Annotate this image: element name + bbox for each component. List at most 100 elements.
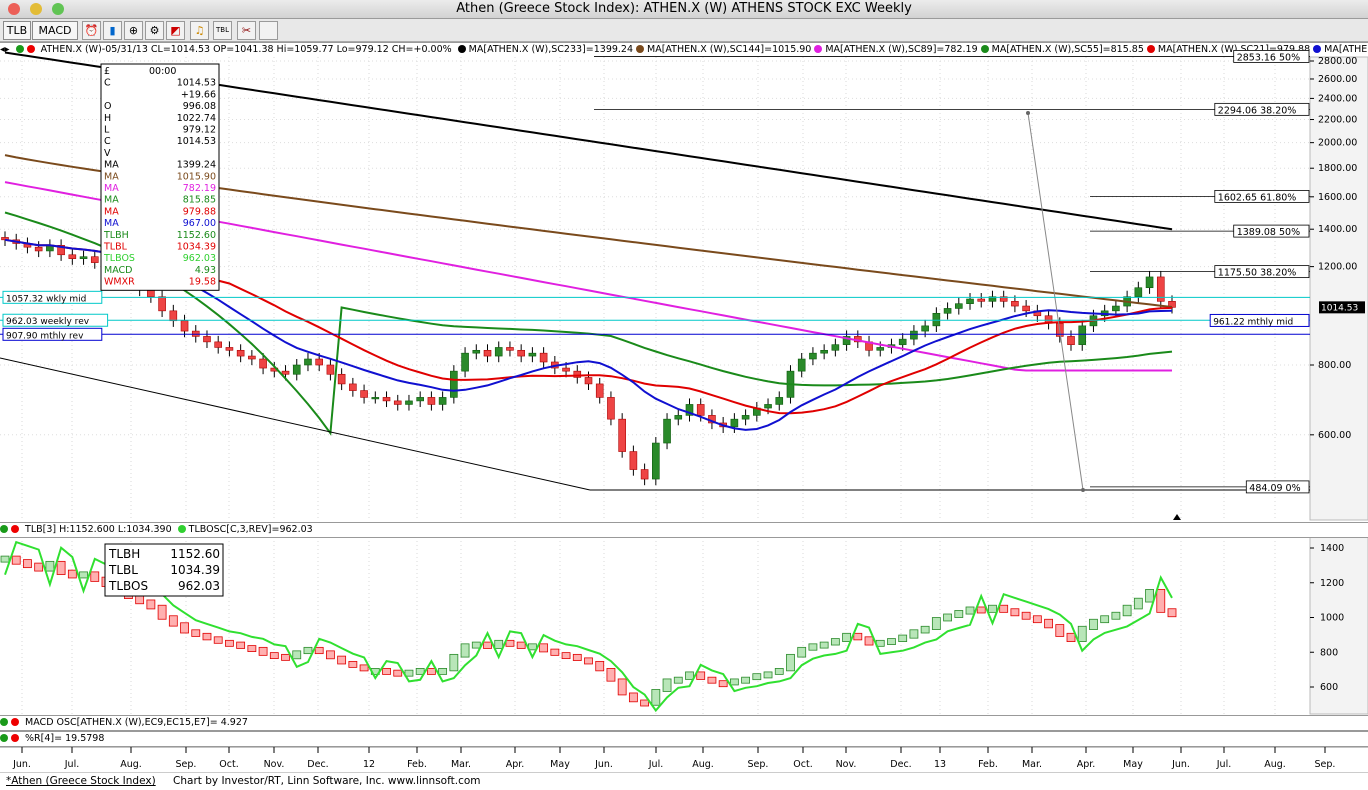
- fib-label: 1602.65 61.80%: [1218, 192, 1297, 203]
- candle-down: [595, 383, 604, 398]
- tlb-box-up: [45, 560, 55, 572]
- tlb-box-down: [1044, 618, 1053, 629]
- candle-down: [1011, 301, 1019, 307]
- candle-down: [618, 418, 626, 452]
- data-readout-label: MA: [104, 183, 119, 194]
- tlb-readout-label: TLBOS: [108, 579, 148, 593]
- candle-down: [1067, 336, 1075, 345]
- tlb-box-down: [56, 560, 66, 575]
- tlb-box-down: [561, 652, 571, 660]
- time-tick-label: Jul.: [64, 759, 79, 770]
- tlb-box-up: [438, 668, 448, 675]
- candle-down: [90, 256, 99, 263]
- status-bar: *Athen (Greece Stock Index) Chart by Inv…: [0, 772, 1368, 790]
- wr-legend-text: %R[4]= 19.5798: [25, 733, 105, 744]
- fib-label: 1175.50 38.20%: [1218, 268, 1297, 279]
- price-tick-label: 2200.00: [1318, 115, 1357, 126]
- tlb-box-down: [348, 660, 358, 668]
- candle-down: [225, 347, 234, 351]
- candle-up: [438, 397, 447, 405]
- tlb-box-down: [707, 676, 717, 684]
- data-readout-label: MA: [104, 171, 119, 182]
- tlb-box-up: [786, 653, 795, 672]
- symbol-link[interactable]: *Athen (Greece Stock Index): [6, 775, 156, 787]
- data-readout-label: MA: [104, 195, 119, 206]
- data-readout-label: MACD: [104, 265, 132, 276]
- candle-down: [562, 367, 570, 372]
- candle-up: [472, 349, 481, 354]
- tlb-box-down: [11, 555, 21, 565]
- last-price-label: 1014.53: [1321, 303, 1358, 313]
- data-readout-label: TLBOS: [103, 253, 135, 264]
- price-tick-label: 1800.00: [1318, 163, 1357, 174]
- time-tick-label: Sep.: [748, 759, 769, 770]
- tlb-box-down: [180, 622, 189, 634]
- tlb-box-down: [23, 559, 32, 569]
- tlb-box-up: [954, 610, 964, 618]
- candle-up: [292, 364, 301, 375]
- tlb-box-down: [67, 569, 77, 579]
- fib-label: 1389.08 50%: [1237, 227, 1300, 238]
- time-tick-label: May: [550, 759, 570, 770]
- data-readout-label: H: [104, 113, 111, 124]
- tlb-box-down: [595, 660, 605, 672]
- tlb-box-up: [460, 643, 470, 658]
- tlb-box-down: [976, 606, 986, 614]
- data-readout-value: 1152.60: [177, 230, 216, 241]
- candle-up: [820, 349, 828, 354]
- tlb-box-down: [606, 668, 616, 682]
- time-tick-label: Jun.: [12, 759, 31, 770]
- tlb-box-down: [168, 615, 178, 627]
- tlb-box-down: [314, 646, 324, 655]
- candle-down: [977, 298, 986, 302]
- price-tick-label: 1400.00: [1318, 224, 1357, 235]
- tlb-panel-legend: TLB[3] H:1152.600 L:1034.390 TLBOSC[C,3,…: [0, 522, 1368, 538]
- tlb-box-down: [640, 699, 650, 707]
- candle-up: [775, 397, 784, 405]
- time-tick-label: Oct.: [219, 759, 238, 770]
- data-readout-label: C: [104, 78, 111, 89]
- tlb-box-up: [988, 604, 997, 613]
- tlb-box-down: [146, 599, 156, 610]
- tlb-box-down: [1167, 608, 1177, 618]
- tlbosc-legend-text: TLBOSC[C,3,REV]=962.03: [188, 524, 313, 535]
- tlb-box-up: [909, 629, 919, 639]
- tlb-box-down: [382, 668, 391, 675]
- tlb-box-down: [999, 604, 1009, 613]
- status-dot-icon: [0, 734, 8, 742]
- tlb-readout-value: 962.03: [178, 579, 220, 593]
- status-dot-icon: [11, 718, 19, 726]
- tlb-box-down: [483, 641, 492, 649]
- tlb-box-up: [965, 606, 975, 615]
- data-readout-value: 962.03: [183, 253, 216, 264]
- data-readout-time: 00:00: [149, 66, 176, 77]
- tlb-box-down: [337, 655, 347, 665]
- tlb-axis: [1309, 536, 1368, 715]
- candle-up: [966, 298, 974, 304]
- data-readout-label: L: [104, 125, 110, 136]
- candle-down: [68, 254, 77, 259]
- candle-up: [528, 352, 537, 357]
- candle-down: [539, 352, 548, 363]
- data-readout-label: WMXR: [104, 277, 135, 288]
- tlb-box-down: [427, 668, 436, 675]
- reference-label: 1057.32 wkly mid: [6, 294, 86, 304]
- candle-down: [259, 358, 267, 369]
- candle-down: [696, 404, 705, 416]
- data-readout-value: 1022.74: [177, 113, 216, 124]
- fib-label: 2294.06 38.20%: [1218, 105, 1297, 116]
- chart-canvas: 2800.00 2600.00 2400.00 2200.00 2000.00 1800.…: [0, 50, 1368, 771]
- macd-panel-legend: MACD OSC[ATHEN.X (W),EC9,EC15,E7]= 4.927: [0, 715, 1368, 731]
- candle-down: [281, 370, 290, 375]
- time-tick-label: Sep.: [176, 759, 197, 770]
- candle-down: [393, 400, 402, 405]
- time-axis: [0, 747, 1368, 771]
- tlb-readout-value: 1152.60: [170, 547, 220, 561]
- candle-up: [809, 352, 817, 360]
- data-readout-value: 4.93: [195, 265, 216, 276]
- tlb-box-down: [157, 604, 167, 620]
- candle-down: [506, 347, 514, 351]
- candle-up: [450, 370, 458, 398]
- candle-down: [214, 341, 223, 348]
- candle-up: [910, 330, 918, 340]
